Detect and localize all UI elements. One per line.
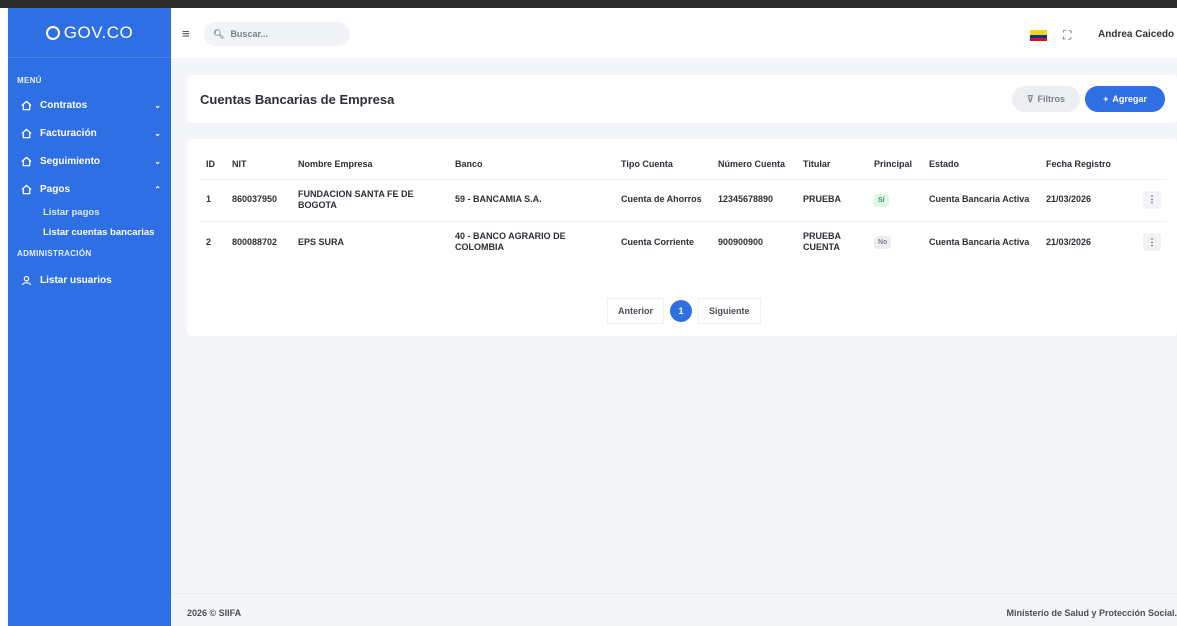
search-icon: 🔍︎ [213,28,225,39]
col-header-id[interactable]: ID [200,155,226,179]
cell-tipo: Cuenta Corriente [615,220,712,264]
window-top-strip [0,0,1177,8]
chevron-up-icon: ⌃ [154,184,161,194]
pagination-current-page[interactable]: 1 [670,300,693,322]
fullscreen-icon[interactable]: ⛶ [1063,28,1071,43]
col-header-titular[interactable]: Titular [797,155,868,179]
filters-button[interactable]: ⊽ Filtros [1012,86,1080,112]
cell-principal: No [868,220,923,264]
sidebar-item-contratos[interactable]: Contratos ⌄ [8,91,171,119]
sidebar-item-label: Pagos [40,183,71,195]
col-header-nit[interactable]: NIT [226,155,292,179]
add-button-label: Agregar [1112,94,1147,104]
chevron-down-icon: ⌄ [154,128,161,138]
col-header-actions [1120,155,1167,179]
cell-banco: 59 - BANCAMIA S.A. [449,178,615,222]
col-header-banco[interactable]: Banco [449,155,615,179]
plus-icon: + [1103,94,1109,104]
brand-logo[interactable]: GOV.CO [8,8,171,58]
col-header-tipo[interactable]: Tipo Cuenta [615,155,712,179]
cell-numero: 12345678890 [712,178,797,222]
col-header-empresa[interactable]: Nombre Empresa [292,155,449,179]
sidebar-subitem-listar-pagos[interactable]: Listar pagos [8,203,171,223]
table-row[interactable]: 1 860037950 FUNDACION SANTA FE DE BOGOTA… [200,178,1167,222]
table-row[interactable]: 2 800088702 EPS SURA 40 - BANCO AGRARIO … [200,220,1167,264]
add-button[interactable]: + Agregar [1085,86,1165,112]
sidebar-item-seguimiento[interactable]: Seguimiento ⌄ [8,147,171,175]
cell-numero: 900900900 [712,220,797,264]
sidebar-item-facturacion[interactable]: Facturación ⌄ [8,119,171,147]
pagination-prev-button[interactable]: Anterior [607,298,665,324]
sidebar-item-label: Facturación [40,127,97,139]
shield-logo-icon [45,25,60,40]
cell-actions: ⋮ [1120,220,1167,264]
chevron-down-icon: ⌄ [154,100,161,110]
search-input[interactable]: 🔍︎ Buscar... [204,22,350,46]
admin-section-title: ADMINISTRACIÓN [17,249,92,258]
user-icon [21,275,32,286]
sidebar-item-listar-usuarios[interactable]: Listar usuarios [8,266,171,294]
pagination-next-button[interactable]: Siguiente [698,298,761,324]
home-icon [21,100,32,111]
menu-section-title: MENÚ [17,76,42,85]
status-badge: Sí [874,193,889,207]
row-actions-kebab-icon[interactable]: ⋮ [1143,233,1161,252]
colombia-flag-icon[interactable] [1030,30,1047,41]
status-badge: No [874,235,892,249]
cell-fecha: 21/03/2026 [1040,178,1120,222]
cell-estado: Cuenta Bancaria Activa [923,178,1040,222]
hamburger-menu-icon[interactable]: ≡ [182,26,190,41]
table-card: ID NIT Nombre Empresa Banco Tipo Cuenta … [187,139,1177,336]
home-icon [21,156,32,167]
window-left-edge [0,8,8,626]
home-icon [21,128,32,139]
cell-nit: 860037950 [226,178,292,222]
footer-ministry: Ministerio de Salud y Protección Social. [1006,608,1177,618]
footer: 2026 © SIIFA Ministerio de Salud y Prote… [171,593,1177,626]
sidebar-item-pagos[interactable]: Pagos ⌃ [8,175,171,203]
bank-accounts-table: ID NIT Nombre Empresa Banco Tipo Cuenta … [200,155,1167,264]
col-header-estado[interactable]: Estado [923,155,1040,179]
page-header-card: Cuentas Bancarias de Empresa ⊽ Filtros +… [187,75,1177,123]
cell-estado: Cuenta Bancaria Activa [923,220,1040,264]
top-header: ≡ 🔍︎ Buscar... ⛶ Andrea Caicedo ⌄ [171,8,1177,58]
cell-banco: 40 - BANCO AGRARIO DE COLOMBIA [449,220,615,264]
col-header-numero[interactable]: Número Cuenta [712,155,797,179]
sidebar-item-label: Contratos [40,99,88,111]
footer-copyright: 2026 © SIIFA [187,608,242,618]
brand-logo-text: GOV.CO [63,22,134,42]
cell-empresa: EPS SURA [292,220,449,264]
sidebar-item-label: Seguimiento [40,155,101,167]
filter-icon: ⊽ [1026,93,1034,104]
user-menu[interactable]: Andrea Caicedo ⌄ [1098,29,1177,40]
sidebar-item-label: Listar usuarios [40,274,112,286]
cell-id: 1 [200,178,226,222]
cell-principal: Sí [868,178,923,222]
cell-empresa: FUNDACION SANTA FE DE BOGOTA [292,178,449,222]
table-header-row: ID NIT Nombre Empresa Banco Tipo Cuenta … [200,155,1167,179]
cell-tipo: Cuenta de Ahorros [615,178,712,222]
sidebar: GOV.CO MENÚ Contratos ⌄ Facturación ⌄ Se… [8,8,171,626]
cell-titular: PRUEBA CUENTA [797,220,868,264]
cell-actions: ⋮ [1120,178,1167,222]
user-name: Andrea Caicedo [1098,29,1175,40]
home-icon [21,184,32,195]
cell-fecha: 21/03/2026 [1040,220,1120,264]
col-header-fecha[interactable]: Fecha Registro [1040,155,1120,179]
cell-id: 2 [200,220,226,264]
filters-button-label: Filtros [1037,94,1066,104]
pagination: Anterior 1 Siguiente [607,298,761,324]
cell-titular: PRUEBA [797,178,868,222]
chevron-down-icon: ⌄ [154,156,161,166]
col-header-principal[interactable]: Principal [868,155,923,179]
sidebar-subitem-listar-cuentas-bancarias[interactable]: Listar cuentas bancarias [8,223,171,243]
row-actions-kebab-icon[interactable]: ⋮ [1143,191,1161,210]
search-placeholder: Buscar... [230,29,268,39]
cell-nit: 800088702 [226,220,292,264]
page-title: Cuentas Bancarias de Empresa [200,92,395,107]
